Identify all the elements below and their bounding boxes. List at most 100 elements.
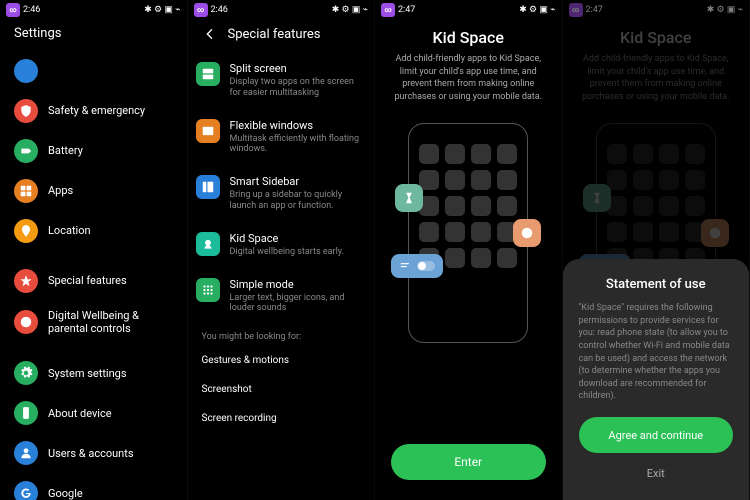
- app-placeholder: [471, 170, 491, 190]
- back-icon[interactable]: [202, 26, 218, 42]
- settings-item[interactable]: Safety & emergency: [8, 91, 179, 131]
- suggestion-item[interactable]: Gestures & motions: [188, 346, 375, 375]
- suggestions-header: You might be looking for:: [188, 324, 375, 346]
- page-title: Settings: [0, 20, 187, 51]
- status-time: 2:47: [398, 5, 415, 15]
- special-features-screen: ∞2:46 ✱ ⚙ ▣ ⌁ Special features Split scr…: [188, 0, 376, 500]
- app-placeholder: [471, 196, 491, 216]
- modal-title: Statement of use: [579, 277, 734, 292]
- settings-item-label: Apps: [48, 184, 73, 197]
- toggle-illustration: [391, 254, 443, 278]
- header: Special features: [188, 20, 375, 52]
- google-icon: [14, 481, 38, 500]
- settings-item-label: System settings: [48, 367, 127, 380]
- settings-item[interactable]: System settings: [8, 353, 179, 393]
- app-placeholder: [419, 222, 439, 242]
- grid-icon: [196, 278, 220, 302]
- settings-item-label: Users & accounts: [48, 447, 134, 460]
- battery-icon: [14, 139, 38, 163]
- app-placeholder: [419, 144, 439, 164]
- phone-illustration: [408, 123, 528, 343]
- shield-icon: [14, 99, 38, 123]
- app-placeholder: [445, 222, 465, 242]
- feature-item[interactable]: Kid Space Digital wellbeing starts early.: [188, 222, 375, 268]
- feature-item[interactable]: Simple mode Larger text, bigger icons, an…: [188, 268, 375, 325]
- app-placeholder: [445, 196, 465, 216]
- partial-item-icon: [14, 59, 38, 83]
- app-badge: ∞: [194, 3, 208, 17]
- settings-item-label: Google: [48, 487, 83, 500]
- split-icon: [196, 62, 220, 86]
- gear-icon: [14, 361, 38, 385]
- agree-button[interactable]: Agree and continue: [579, 417, 734, 453]
- kid-space-description: Add child-friendly apps to Kid Space, li…: [391, 53, 546, 103]
- feature-subtitle: Digital wellbeing starts early.: [230, 247, 344, 258]
- wellbeing-icon: [14, 310, 38, 334]
- settings-item[interactable]: About device: [8, 393, 179, 433]
- kid-space-modal-screen: ∞2:47 ✱ ⚙ ▣ ⌁ Kid Space Add child-friend…: [563, 0, 750, 500]
- app-placeholder: [445, 248, 465, 268]
- statement-modal: Statement of use "Kid Space" requires th…: [563, 259, 750, 500]
- child-face-icon: [513, 219, 541, 247]
- app-placeholder: [497, 248, 517, 268]
- app-placeholder: [497, 196, 517, 216]
- app-placeholder: [419, 170, 439, 190]
- settings-item[interactable]: Digital Wellbeing & parental controls: [8, 301, 179, 343]
- settings-screen: ∞2:46 ✱ ⚙ ▣ ⌁ Settings Safety & emergenc…: [0, 0, 188, 500]
- status-time: 2:46: [23, 5, 40, 15]
- kid-space-title: Kid Space: [433, 28, 504, 47]
- page-title: Special features: [228, 27, 321, 42]
- user-icon: [14, 441, 38, 465]
- app-badge: ∞: [6, 3, 20, 17]
- feature-subtitle: Display two apps on the screen for easie…: [230, 77, 367, 99]
- app-placeholder: [497, 170, 517, 190]
- status-time: 2:46: [211, 5, 228, 15]
- settings-item-label: About device: [48, 407, 112, 420]
- feature-subtitle: Multitask efficiently with floating wind…: [230, 134, 367, 156]
- feature-item[interactable]: Flexible windows Multitask efficiently wi…: [188, 109, 375, 166]
- apps-icon: [14, 179, 38, 203]
- location-icon: [14, 219, 38, 243]
- app-badge: ∞: [381, 3, 395, 17]
- app-placeholder: [445, 170, 465, 190]
- sidebar-icon: [196, 175, 220, 199]
- feature-title: Simple mode: [230, 278, 367, 291]
- window-icon: [196, 119, 220, 143]
- kid-space-intro-screen: ∞2:47 ✱ ⚙ ▣ ⌁ Kid Space Add child-friend…: [375, 0, 563, 500]
- status-bar: ∞2:46 ✱ ⚙ ▣ ⌁: [188, 0, 375, 20]
- feature-title: Split screen: [230, 62, 367, 75]
- app-placeholder: [497, 144, 517, 164]
- settings-item-label: Special features: [48, 274, 127, 287]
- settings-item[interactable]: Location: [8, 211, 179, 251]
- suggestion-item[interactable]: Screenshot: [188, 375, 375, 404]
- settings-item[interactable]: Google: [8, 473, 179, 500]
- settings-item[interactable]: Apps: [8, 171, 179, 211]
- hourglass-icon: [395, 184, 423, 212]
- app-placeholder: [471, 248, 491, 268]
- feature-title: Flexible windows: [230, 119, 367, 132]
- exit-button[interactable]: Exit: [579, 461, 734, 486]
- settings-item[interactable]: Battery: [8, 131, 179, 171]
- status-icons: ✱ ⚙ ▣ ⌁: [144, 5, 180, 15]
- status-icons: ✱ ⚙ ▣ ⌁: [519, 5, 555, 15]
- feature-subtitle: Bring up a sidebar to quickly launch an …: [230, 190, 367, 212]
- settings-item-label: Location: [48, 224, 91, 237]
- settings-item-label: Battery: [48, 144, 83, 157]
- suggestion-item[interactable]: Screen recording: [188, 404, 375, 433]
- modal-text: "Kid Space" requires the following permi…: [579, 302, 734, 403]
- feature-title: Kid Space: [230, 232, 344, 245]
- settings-item-label: Digital Wellbeing & parental controls: [48, 309, 173, 335]
- status-bar: ∞2:47 ✱ ⚙ ▣ ⌁: [375, 0, 562, 20]
- feature-item[interactable]: Split screen Display two apps on the scre…: [188, 52, 375, 109]
- settings-item[interactable]: Special features: [8, 261, 179, 301]
- feature-item[interactable]: Smart Sidebar Bring up a sidebar to quick…: [188, 165, 375, 222]
- enter-button[interactable]: Enter: [391, 444, 546, 480]
- settings-item[interactable]: Users & accounts: [8, 433, 179, 473]
- status-icons: ✱ ⚙ ▣ ⌁: [332, 5, 368, 15]
- app-placeholder: [471, 222, 491, 242]
- star-icon: [14, 269, 38, 293]
- app-placeholder: [445, 144, 465, 164]
- feature-title: Smart Sidebar: [230, 175, 367, 188]
- kid-icon: [196, 232, 220, 256]
- feature-subtitle: Larger text, bigger icons, and louder so…: [230, 293, 367, 315]
